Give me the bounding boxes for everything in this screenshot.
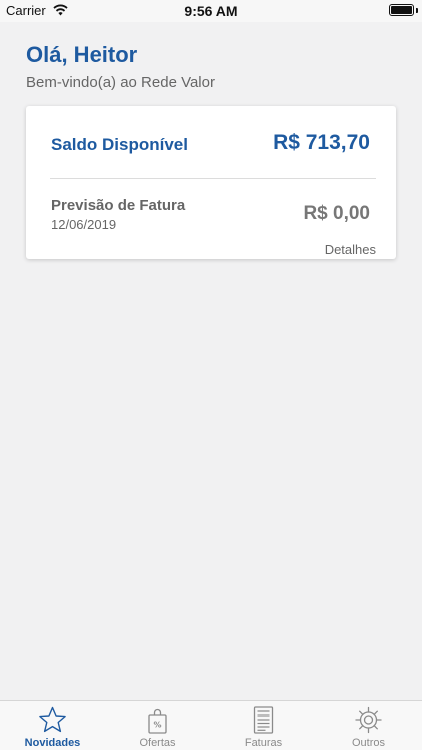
battery-icon xyxy=(389,4,414,16)
shopping-bag-icon: % xyxy=(148,708,167,734)
details-link[interactable]: Detalhes xyxy=(325,242,376,257)
welcome-subtitle: Bem-vindo(a) ao Rede Valor xyxy=(26,74,215,91)
tab-label: Ofertas xyxy=(139,737,176,749)
invoice-icon xyxy=(253,706,274,734)
gear-icon xyxy=(355,706,382,734)
tab-outros[interactable]: Outros xyxy=(316,701,421,750)
invoice-forecast-label: Previsão de Fatura xyxy=(51,197,186,214)
tab-label: Novidades xyxy=(24,737,81,749)
tab-label: Outros xyxy=(351,737,385,749)
status-bar: Carrier 9:56 AM xyxy=(0,0,422,22)
greeting-title: Olá, Heitor xyxy=(26,42,138,67)
card-divider xyxy=(50,178,376,179)
tab-novidades[interactable]: Novidades xyxy=(0,701,105,750)
available-balance-value: R$ 713,70 xyxy=(273,131,370,154)
balance-card: Saldo Disponível R$ 713,70 Previsão de F… xyxy=(26,106,396,259)
invoice-forecast-value: R$ 0,00 xyxy=(303,203,370,224)
invoice-forecast-date: 12/06/2019 xyxy=(51,217,117,232)
tab-ofertas[interactable]: % Ofertas xyxy=(105,701,210,750)
tab-faturas[interactable]: Faturas xyxy=(211,701,316,750)
status-time: 9:56 AM xyxy=(184,3,238,19)
available-balance-label: Saldo Disponível xyxy=(51,135,188,154)
battery-tip xyxy=(416,8,418,13)
tab-label: Faturas xyxy=(244,737,283,749)
tab-bar: Novidades % Ofertas Faturas Outros xyxy=(0,700,422,750)
star-icon xyxy=(39,706,66,733)
svg-text:%: % xyxy=(153,721,161,730)
